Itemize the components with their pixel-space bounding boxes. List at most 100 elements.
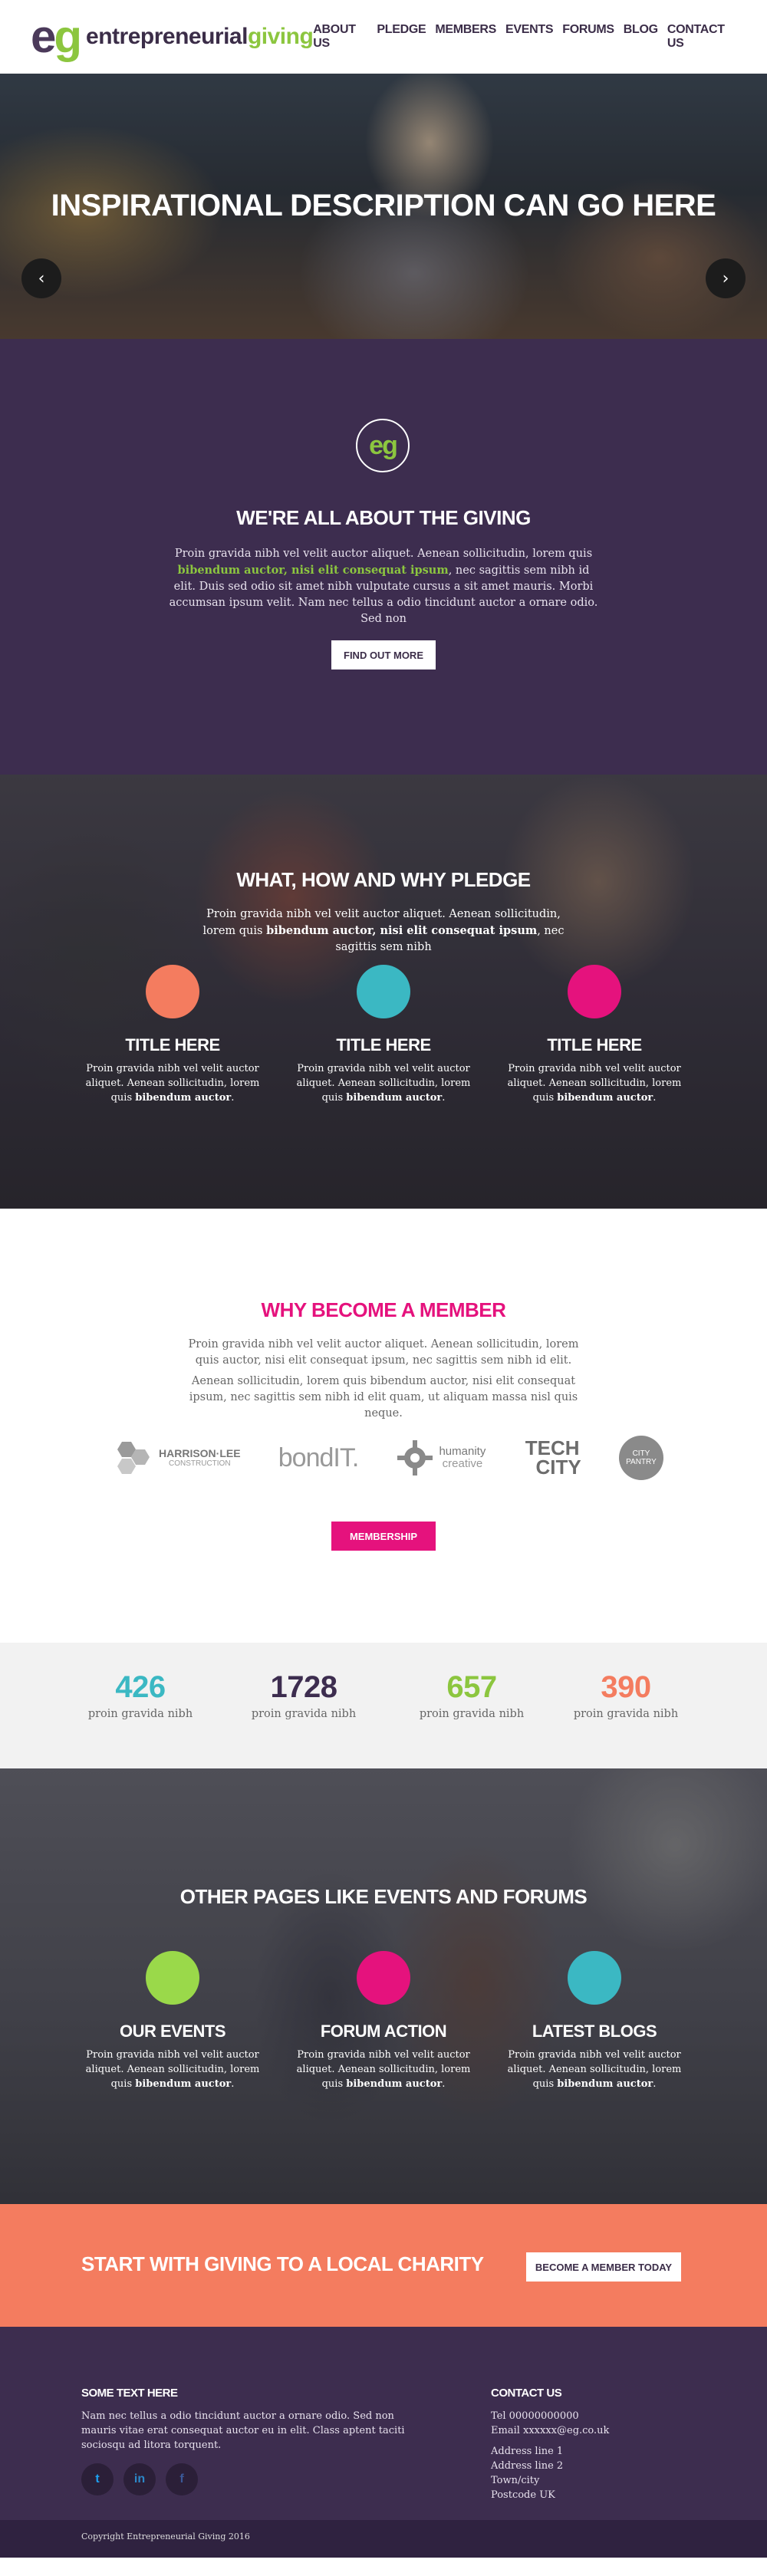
other-pages-title: OTHER PAGES LIKE EVENTS AND FORUMS — [179, 1885, 588, 1908]
social-links: t in f — [81, 2463, 411, 2495]
pantry-city-text: CITY — [632, 1449, 650, 1458]
site-header: eg entrepreneurialgiving ABOUT US PLEDGE… — [0, 0, 767, 74]
site-logo[interactable]: eg entrepreneurialgiving — [31, 11, 314, 62]
city-text: CITY — [535, 1456, 581, 1479]
about-section: eg WE'RE ALL ABOUT THE GIVING Proin grav… — [0, 339, 767, 775]
member-title: WHY BECOME A MEMBER — [261, 1298, 506, 1321]
pledge-lead-bold: bibendum auctor, nisi elit consequat ips… — [266, 924, 538, 937]
linkedin-glyph: in — [133, 2472, 146, 2486]
city-pantry-logo[interactable]: CITY PANTRY — [618, 1436, 663, 1480]
nav-blog[interactable]: BLOG — [624, 23, 658, 51]
pledge-columns: TITLE HERE Proin gravida nibh vel velit … — [84, 965, 683, 1105]
copyright-bar: Copyright Entrepreneurial Giving 2016 — [0, 2520, 767, 2558]
nav-events[interactable]: EVENTS — [505, 23, 554, 51]
stat-item: 1728 proin gravida nibh — [227, 1670, 380, 1720]
pledge-column: TITLE HERE Proin gravida nibh vel velit … — [295, 965, 472, 1105]
col-bold: bibendum auctor — [346, 2078, 443, 2090]
twitter-glyph: t — [95, 2472, 100, 2486]
eg-badge-icon: eg — [356, 419, 410, 472]
circle-icon — [146, 1951, 199, 2005]
main-nav: ABOUT US PLEDGE MEMBERS EVENTS FORUMS BL… — [313, 23, 735, 51]
logo-text-giving: giving — [247, 24, 314, 49]
pledge-column: TITLE HERE Proin gravida nibh vel velit … — [506, 965, 683, 1105]
nav-forums[interactable]: FORUMS — [562, 23, 614, 51]
twitter-icon[interactable]: t — [81, 2463, 114, 2495]
pledge-column-text: Proin gravida nibh vel velit auctor aliq… — [506, 1061, 683, 1105]
tech-city-logo[interactable]: TECH CITY — [524, 1438, 581, 1479]
pantry-text: PANTRY — [626, 1458, 657, 1466]
footer-tel[interactable]: Tel 00000000000 — [491, 2409, 675, 2423]
nav-contact-us[interactable]: CONTACT US — [667, 23, 735, 51]
pledge-column-text: Proin gravida nibh vel velit auctor aliq… — [295, 1061, 472, 1105]
member-section: WHY BECOME A MEMBER Proin gravida nibh v… — [0, 1209, 767, 1643]
member-text-1: Proin gravida nibh vel velit auctor aliq… — [188, 1338, 579, 1367]
other-page-text: Proin gravida nibh vel velit auctor aliq… — [295, 2048, 472, 2091]
footer-about: SOME TEXT HERE Nam nec tellus a odio tin… — [81, 2387, 411, 2495]
footer-email[interactable]: Email xxxxxx@eg.co.uk — [491, 2423, 675, 2438]
nav-members[interactable]: MEMBERS — [435, 23, 496, 51]
hero-title: INSPIRATIONAL DESCRIPTION CAN GO HERE — [51, 189, 716, 222]
eg-badge-text: eg — [369, 430, 398, 460]
humanity-creative-logo[interactable]: humanity creative — [396, 1439, 486, 1477]
find-out-more-button[interactable]: FIND OUT MORE — [331, 640, 436, 669]
about-text-bold: bibendum auctor, nisi elit consequat ips… — [177, 564, 449, 577]
harrison-lee-sub: CONSTRUCTION — [169, 1459, 231, 1469]
stat-label: proin gravida nibh — [573, 1708, 679, 1720]
footer-heading: SOME TEXT HERE — [81, 2387, 178, 2400]
other-page-text: Proin gravida nibh vel velit auctor aliq… — [506, 2048, 683, 2091]
logo-text-entrepreneurial: entrepreneurial — [86, 24, 248, 49]
nav-pledge[interactable]: PLEDGE — [377, 23, 426, 51]
col-end: . — [231, 2078, 235, 2090]
footer-address-3: Town/city — [491, 2475, 540, 2486]
humanity-text: humanity — [439, 1445, 486, 1459]
col-end: . — [442, 2078, 446, 2090]
linkedin-icon[interactable]: in — [123, 2463, 156, 2495]
stat-label: proin gravida nibh — [87, 1708, 193, 1720]
bondit-logo[interactable]: bondIT. — [278, 1443, 360, 1473]
copyright-text: Copyright Entrepreneurial Giving 2016 — [81, 2532, 250, 2541]
col-bold: bibendum auctor — [346, 1092, 443, 1104]
footer-contact: CONTACT US Tel 00000000000 Email xxxxxx@… — [491, 2387, 675, 2502]
membership-button[interactable]: MEMBERSHIP — [331, 1522, 436, 1551]
about-text: Proin gravida nibh vel velit auctor aliq… — [169, 546, 598, 627]
harrison-lee-logo[interactable]: HARRISON·LEE CONSTRUCTION — [111, 1439, 241, 1477]
chevron-right-icon[interactable]: › — [706, 258, 746, 298]
other-page-title: OUR EVENTS — [119, 2022, 226, 2041]
footer-contact-heading: CONTACT US — [491, 2387, 562, 2400]
partner-logos: HARRISON·LEE CONSTRUCTION bondIT. humani… — [111, 1436, 663, 1480]
bondit-text: bondIT. — [278, 1443, 360, 1472]
footer-address-2: Address line 2 — [491, 2460, 564, 2472]
pledge-column-title: TITLE HERE — [547, 1035, 642, 1054]
stat-number: 657 — [446, 1670, 497, 1704]
pledge-column: TITLE HERE Proin gravida nibh vel velit … — [84, 965, 261, 1105]
logo-text: entrepreneurialgiving — [86, 24, 314, 50]
hero-slider: ‹ INSPIRATIONAL DESCRIPTION CAN GO HERE … — [0, 74, 767, 339]
other-page-column-forum[interactable]: FORUM ACTION Proin gravida nibh vel veli… — [295, 1951, 472, 2091]
other-page-column-blogs[interactable]: LATEST BLOGS Proin gravida nibh vel veli… — [506, 1951, 683, 2091]
stat-item: 426 proin gravida nibh — [64, 1670, 217, 1720]
member-text-2: Aenean sollicitudin, lorem quis bibendum… — [189, 1375, 578, 1420]
col-bold: bibendum auctor — [557, 1092, 653, 1104]
col-end: . — [653, 2078, 657, 2090]
other-pages-columns: OUR EVENTS Proin gravida nibh vel velit … — [84, 1951, 683, 2091]
become-member-button[interactable]: BECOME A MEMBER TODAY — [526, 2252, 681, 2282]
prev-glyph: ‹ — [38, 268, 45, 288]
footer-address-1: Address line 1 — [491, 2446, 564, 2457]
cta-title: START WITH GIVING TO A LOCAL CHARITY — [81, 2252, 484, 2275]
gear-icon — [397, 1440, 433, 1476]
pledge-section: WHAT, HOW AND WHY PLEDGE Proin gravida n… — [0, 775, 767, 1209]
pledge-lead: Proin gravida nibh vel velit auctor aliq… — [192, 906, 575, 956]
other-page-column-events[interactable]: OUR EVENTS Proin gravida nibh vel velit … — [84, 1951, 261, 2091]
circle-icon — [568, 1951, 621, 2005]
stat-item: 390 proin gravida nibh — [549, 1670, 703, 1720]
pledge-column-title: TITLE HERE — [336, 1035, 431, 1054]
hexagon-cluster-icon — [117, 1442, 150, 1474]
facebook-icon[interactable]: f — [166, 2463, 198, 2495]
stat-number: 1728 — [270, 1670, 337, 1704]
nav-about-us[interactable]: ABOUT US — [313, 23, 367, 51]
pledge-title: WHAT, HOW AND WHY PLEDGE — [236, 868, 531, 891]
chevron-left-icon[interactable]: ‹ — [21, 258, 61, 298]
footer-address-4: Postcode UK — [491, 2489, 555, 2501]
logo-mark-e: e — [31, 11, 56, 62]
stat-label: proin gravida nibh — [251, 1708, 357, 1720]
